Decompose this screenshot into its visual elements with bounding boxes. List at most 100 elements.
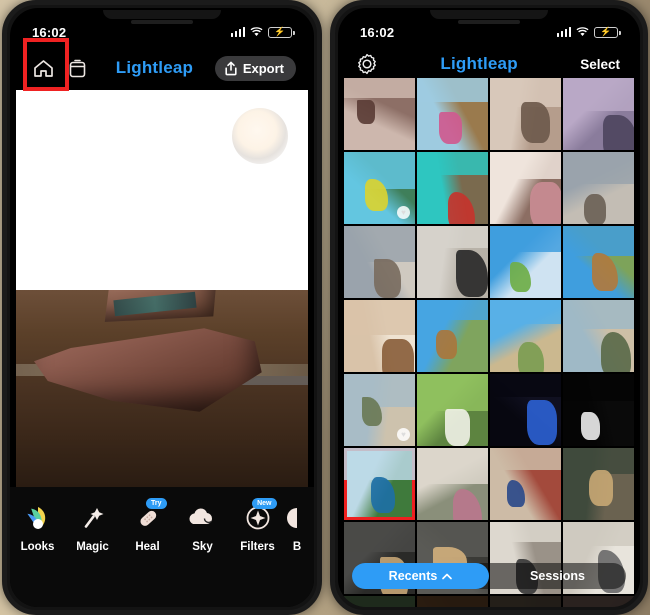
battery-icon: ⚡ <box>594 26 621 38</box>
cellular-signal-icon <box>230 27 245 37</box>
gallery-photo-14[interactable] <box>417 300 488 372</box>
notch <box>103 10 221 19</box>
photo-subject-shape <box>456 249 488 297</box>
status-icons: ⚡ <box>230 26 295 38</box>
camera-glare-spot <box>232 108 288 164</box>
photo-upper-band <box>490 448 561 470</box>
photo-upper-band <box>563 596 634 607</box>
gallery-photo-22[interactable] <box>417 448 488 520</box>
photo-upper-band <box>490 522 561 543</box>
tool-badge: New <box>252 498 277 509</box>
gallery-photo-19[interactable] <box>490 374 561 446</box>
gallery-photo-8[interactable] <box>563 152 634 224</box>
tab-recents[interactable]: Recents <box>352 563 489 589</box>
photo-subject-shape <box>447 191 476 224</box>
gallery-photo-5[interactable]: ♥ <box>344 152 415 224</box>
photo-upper-band <box>417 152 488 176</box>
gallery-photo-6[interactable] <box>417 152 488 224</box>
wifi-icon <box>250 27 263 37</box>
tab-sessions[interactable]: Sessions <box>489 563 626 589</box>
photo-upper-band <box>490 152 561 180</box>
gear-icon <box>358 53 376 75</box>
left-phone-screen: 16:02 ⚡ Lightleap Export Looks Magic Try… <box>10 8 314 607</box>
app-title: Lightleap <box>440 54 518 73</box>
tool-looks[interactable]: Looks <box>10 503 65 553</box>
photo-upper-band <box>417 226 488 248</box>
gallery-photo-13[interactable] <box>344 300 415 372</box>
status-time: 16:02 <box>32 24 67 40</box>
gallery-photo-12[interactable] <box>563 226 634 298</box>
gallery-photo-23[interactable] <box>490 448 561 520</box>
settings-button[interactable] <box>356 53 378 75</box>
select-button[interactable]: Select <box>580 57 620 72</box>
home-button[interactable] <box>26 52 60 84</box>
gallery-photo-30[interactable] <box>417 596 488 607</box>
photo-subject-shape <box>592 252 619 291</box>
photo-subject-shape <box>600 332 632 372</box>
tool-heal[interactable]: Try Heal <box>120 498 175 553</box>
photo-upper-band <box>563 226 634 257</box>
photo-subject-shape <box>509 262 532 293</box>
photo-subject-shape <box>439 111 463 145</box>
photo-upper-band <box>417 78 488 103</box>
photo-subject-shape <box>529 182 561 224</box>
photo-upper-band <box>417 300 488 321</box>
photo-upper-band <box>417 596 488 607</box>
gallery-photo-21[interactable] <box>344 448 415 520</box>
favorite-heart-icon: ♥ <box>397 428 410 441</box>
export-label: Export <box>242 60 284 76</box>
photo-subject-shape <box>589 470 613 506</box>
share-upload-icon <box>225 61 237 75</box>
gallery-photo-3[interactable] <box>490 78 561 150</box>
gallery-photo-20[interactable] <box>563 374 634 446</box>
tool-label: Heal <box>135 541 160 553</box>
tool-partial[interactable]: B <box>285 503 309 553</box>
photo-subject-shape <box>603 114 634 150</box>
tool-label: Looks <box>20 541 55 553</box>
magic-wand-icon <box>78 503 108 533</box>
photo-upper-band <box>417 374 488 412</box>
photo-subject-shape <box>373 259 401 298</box>
gallery-photo-17[interactable]: ♥ <box>344 374 415 446</box>
gallery-photo-11[interactable] <box>490 226 561 298</box>
export-button[interactable]: Export <box>214 55 296 81</box>
gallery-photo-15[interactable] <box>490 300 561 372</box>
photo-upper-band <box>417 448 488 484</box>
gallery-photo-29[interactable] <box>344 596 415 607</box>
tool-badge: Try <box>145 498 167 509</box>
tool-filters[interactable]: New Filters <box>230 498 285 553</box>
gallery-photo-2[interactable] <box>417 78 488 150</box>
blur-icon-partial <box>285 503 309 533</box>
gallery-photo-32[interactable] <box>563 596 634 607</box>
gallery-photo-9[interactable] <box>344 226 415 298</box>
tool-magic[interactable]: Magic <box>65 503 120 553</box>
sky-cloud-icon <box>188 503 218 533</box>
gallery-toolbar: Lightleap Select <box>338 48 640 80</box>
app-title: Lightleap <box>115 58 194 77</box>
chevron-up-icon <box>442 573 453 579</box>
right-status-bar: 16:02 ⚡ <box>338 22 640 42</box>
gallery-photo-31[interactable] <box>490 596 561 607</box>
gallery-photo-7[interactable] <box>490 152 561 224</box>
left-status-bar: 16:02 ⚡ <box>10 22 314 42</box>
photo-upper-band <box>490 300 561 325</box>
editor-canvas[interactable] <box>16 90 308 487</box>
gallery-photo-4[interactable] <box>563 78 634 150</box>
favorite-heart-icon: ♥ <box>397 206 410 219</box>
gallery-photo-16[interactable] <box>563 300 634 372</box>
notch <box>430 10 548 19</box>
looks-fan-icon <box>23 503 53 533</box>
tool-label: Sky <box>192 541 213 553</box>
photo-grid[interactable]: ♥ ♥ <box>344 78 634 607</box>
tool-sky[interactable]: Sky <box>175 503 230 553</box>
projects-button[interactable] <box>60 52 94 84</box>
gallery-photo-1[interactable] <box>344 78 415 150</box>
status-time: 16:02 <box>360 24 395 40</box>
projects-icon <box>69 59 85 77</box>
gallery-photo-10[interactable] <box>417 226 488 298</box>
gallery-photo-18[interactable] <box>417 374 488 446</box>
tool-label: Magic <box>76 541 109 553</box>
cellular-signal-icon <box>556 27 571 37</box>
photo-subject-shape <box>370 476 396 513</box>
gallery-photo-24[interactable] <box>563 448 634 520</box>
